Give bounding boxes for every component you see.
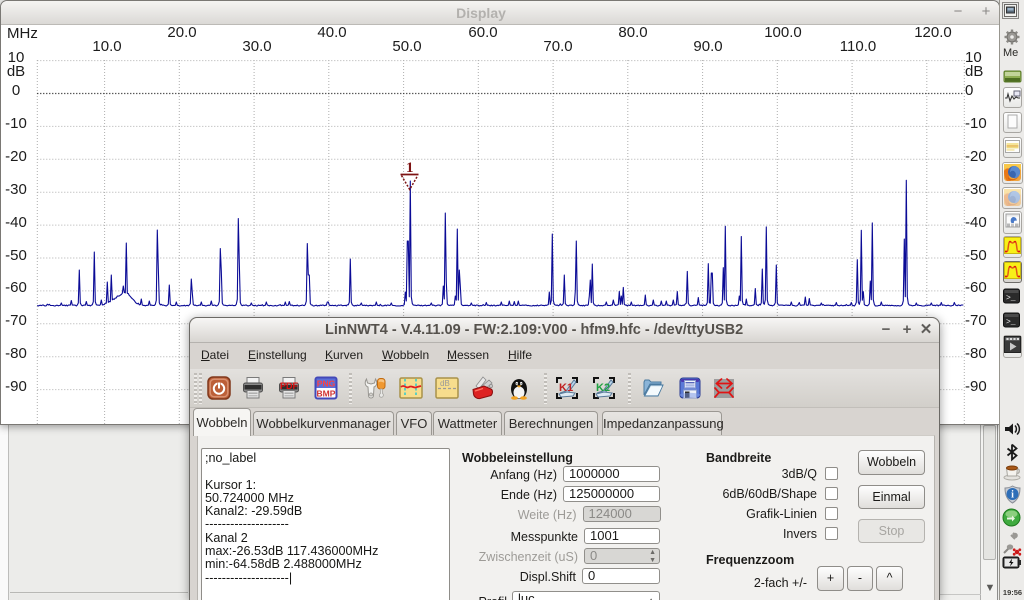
svg-text:dB: dB [440,379,450,388]
svg-text:PDF: PDF [280,381,299,391]
svg-text:>_: >_ [1006,294,1016,303]
svg-text:K2: K2 [596,382,610,394]
svg-text:i: i [1011,490,1014,501]
svg-text:>_: >_ [1006,318,1016,327]
svg-text:1: 1 [406,160,414,176]
svg-text:PNG: PNG [317,379,336,389]
svg-text:BMP: BMP [317,389,336,399]
svg-text:K1: K1 [559,382,573,394]
